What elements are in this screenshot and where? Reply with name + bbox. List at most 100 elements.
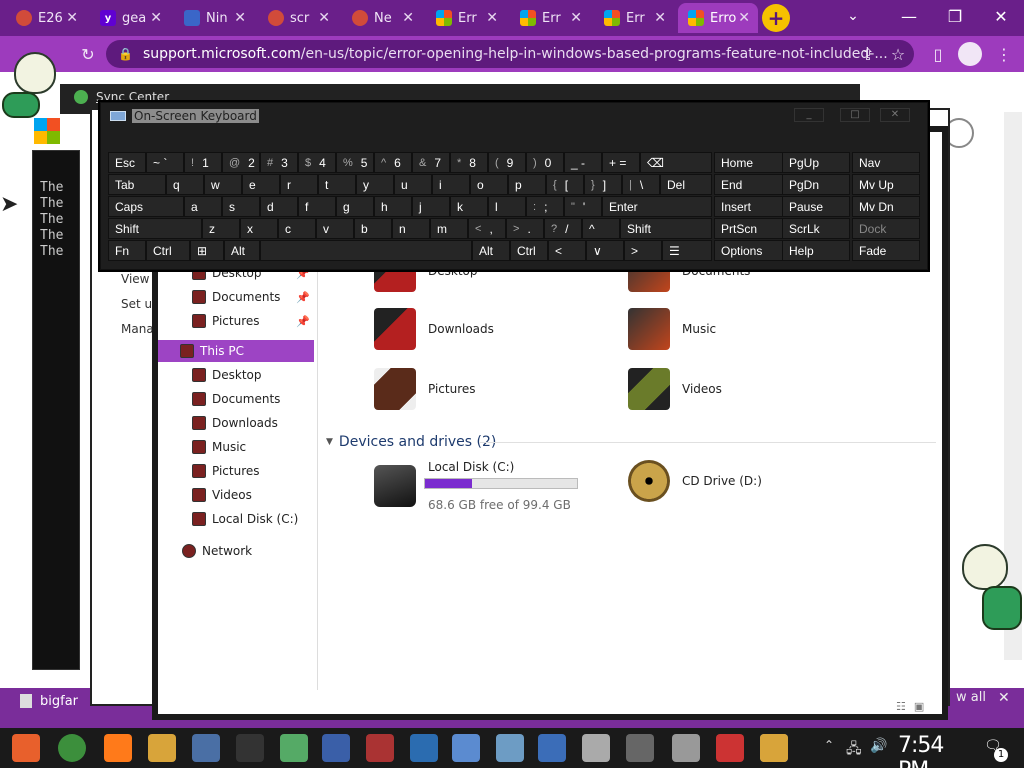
keyboard-key[interactable]: Del	[660, 174, 712, 195]
keyboard-key[interactable]: p	[508, 174, 546, 195]
show-hidden-icons-chevron[interactable]: ⌃	[824, 738, 834, 752]
keyboard-key[interactable]: PgDn	[782, 174, 850, 195]
keyboard-key[interactable]: h	[374, 196, 412, 217]
nav-item[interactable]: This PC	[158, 340, 314, 362]
browser-tab[interactable]: E26 ✕	[6, 3, 86, 33]
nav-item[interactable]: Documents 📌	[158, 286, 314, 308]
keyboard-key[interactable]	[260, 240, 472, 261]
keyboard-key[interactable]: k	[450, 196, 488, 217]
minimize-icon[interactable]: —	[886, 4, 932, 28]
app-icon[interactable]	[496, 734, 524, 762]
nav-item[interactable]: Local Disk (C:)	[158, 508, 314, 530]
keyboard-key[interactable]: f	[298, 196, 336, 217]
keyboard-key[interactable]: ) 0	[526, 152, 564, 173]
tab-close-icon[interactable]: ✕	[570, 10, 582, 26]
osk-close-button[interactable]: ✕	[880, 108, 910, 122]
keyboard-key[interactable]: v	[316, 218, 354, 239]
keyboard-key[interactable]: #3	[260, 152, 298, 173]
reload-icon[interactable]: ↻	[78, 44, 98, 64]
keyboard-key[interactable]: ~ `	[146, 152, 184, 173]
browser-tab[interactable]: Err ✕	[510, 3, 590, 33]
keyboard-key[interactable]: m	[430, 218, 468, 239]
details-view-icon[interactable]: ☷	[896, 700, 906, 714]
folder-item[interactable]: Pictures	[374, 368, 476, 410]
nav-item[interactable]: Pictures	[158, 460, 314, 482]
keyboard-key[interactable]: Pause	[782, 196, 850, 217]
nav-item[interactable]: Desktop	[158, 364, 314, 386]
bookmark-star-icon[interactable]: ☆	[888, 44, 908, 64]
keyboard-key[interactable]: <,	[468, 218, 506, 239]
keyboard-key[interactable]: ? /	[544, 218, 582, 239]
keyboard-key[interactable]: Help	[782, 240, 850, 261]
keyboard-key[interactable]: n	[392, 218, 430, 239]
close-download-bar-icon[interactable]: ✕	[998, 690, 1018, 710]
keyboard-key[interactable]: & 7	[412, 152, 450, 173]
tab-close-icon[interactable]: ✕	[318, 10, 330, 26]
peridot-icon[interactable]	[236, 734, 264, 762]
keyboard-key[interactable]: Ctrl	[510, 240, 548, 261]
keyboard-key[interactable]: {[	[546, 174, 584, 195]
keyboard-key[interactable]: $4	[298, 152, 336, 173]
tab-close-icon[interactable]: ✕	[738, 10, 750, 26]
keyboard-key[interactable]: >	[624, 240, 662, 261]
app-icon[interactable]	[280, 734, 308, 762]
start-icon[interactable]	[12, 734, 40, 762]
keyboard-key[interactable]: ⌫	[640, 152, 712, 173]
keyboard-key[interactable]: b	[354, 218, 392, 239]
keyboard-key[interactable]: ∨	[586, 240, 624, 261]
keyboard-key[interactable]: g	[336, 196, 374, 217]
keyboard-key[interactable]: | \	[622, 174, 660, 195]
share-icon[interactable]: ⇪	[858, 44, 878, 64]
osk-minimize-button[interactable]: _	[794, 108, 824, 122]
keyboard-key[interactable]: * 8	[450, 152, 488, 173]
keyboard-key[interactable]: j	[412, 196, 450, 217]
tab-close-icon[interactable]: ✕	[66, 10, 78, 26]
keyboard-key[interactable]: l	[488, 196, 526, 217]
folder-item[interactable]: Downloads	[374, 308, 494, 350]
app-icon[interactable]	[626, 734, 654, 762]
browser-tab[interactable]: Err ✕	[426, 3, 506, 33]
keyboard-key[interactable]: _ -	[564, 152, 602, 173]
keyboard-key[interactable]: Insert	[714, 196, 784, 217]
keyboard-key[interactable]: q	[166, 174, 204, 195]
tab-close-icon[interactable]: ✕	[486, 10, 498, 26]
nav-item[interactable]: Network	[158, 540, 314, 562]
keyboard-key[interactable]: Alt	[224, 240, 260, 261]
keyboard-key[interactable]: ScrLk	[782, 218, 850, 239]
keyboard-key[interactable]: + =	[602, 152, 640, 173]
keyboard-key[interactable]: c	[278, 218, 316, 239]
nav-item[interactable]: Documents	[158, 388, 314, 410]
browser-tab[interactable]: Erro ✕	[678, 3, 758, 33]
keyboard-key[interactable]: }]	[584, 174, 622, 195]
menu-dots-icon[interactable]: ⋮	[994, 44, 1014, 64]
keyboard-key[interactable]: Dock	[852, 218, 920, 239]
taskbar-clock[interactable]: 7:54 PM	[898, 733, 968, 768]
browser-tab[interactable]: scr ✕	[258, 3, 338, 33]
keyboard-key[interactable]: End	[714, 174, 784, 195]
restore-icon[interactable]: ❐	[932, 4, 978, 28]
chrome-icon[interactable]	[58, 734, 86, 762]
address-bar[interactable]: 🔒 support.microsoft.com/en-us/topic/erro…	[106, 40, 914, 68]
keyboard-key[interactable]: " '	[564, 196, 602, 217]
keyboard-key[interactable]: Ctrl	[146, 240, 190, 261]
nav-item[interactable]: Music	[158, 436, 314, 458]
nav-item[interactable]: Pictures 📌	[158, 310, 314, 332]
nav-item[interactable]: Videos	[158, 484, 314, 506]
folder-icon[interactable]	[760, 734, 788, 762]
keyboard-key[interactable]: PgUp	[782, 152, 850, 173]
keyboard-key[interactable]: u	[394, 174, 432, 195]
keyboard-key[interactable]: Enter	[602, 196, 712, 217]
keyboard-key[interactable]: Caps	[108, 196, 184, 217]
folder-item[interactable]: Music	[628, 308, 716, 350]
keyboard-key[interactable]: Nav	[852, 152, 920, 173]
browser-tab[interactable]: y gea ✕	[90, 3, 170, 33]
keyboard-key[interactable]: Home	[714, 152, 784, 173]
tab-search-chevron-icon[interactable]: ⌄	[838, 2, 868, 30]
app-icon[interactable]	[672, 734, 700, 762]
browser-tab[interactable]: Err ✕	[594, 3, 674, 33]
tab-close-icon[interactable]: ✕	[234, 10, 246, 26]
keyboard-key[interactable]: :;	[526, 196, 564, 217]
keyboard-key[interactable]: ⊞	[190, 240, 224, 261]
keyboard-key[interactable]: ☰	[662, 240, 712, 261]
large-icons-view-icon[interactable]: ▣	[914, 700, 924, 714]
